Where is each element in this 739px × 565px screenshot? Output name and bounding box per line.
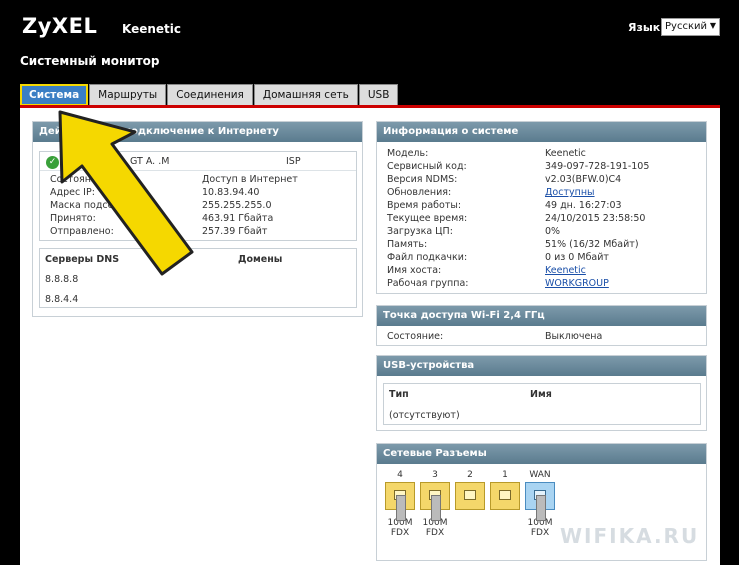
sysinfo-value: 349-097-728-191-105 — [545, 161, 650, 172]
port-4: 4 100M FDX — [385, 470, 415, 538]
usb-col-name: Имя — [530, 389, 552, 400]
wifi-status-value: Выключена — [545, 331, 603, 342]
port-wan: WAN 100M FDX — [525, 470, 555, 538]
sysinfo-label: Модель: — [387, 148, 429, 159]
connection-type: ISP — [286, 156, 301, 167]
port-duplex: FDX — [425, 528, 445, 538]
ethernet-port-icon — [420, 482, 450, 521]
sysinfo-label: Загрузка ЦП: — [387, 226, 453, 237]
sysinfo-value: 51% (16/32 Мбайт) — [545, 239, 639, 250]
zyxel-logo: ZyXEL — [22, 14, 98, 38]
usb-table: Тип Имя (отсутствуют) — [383, 383, 701, 425]
connection-name: GT A. .M — [130, 156, 170, 167]
internet-value: 255.255.255.0 — [202, 200, 272, 211]
sysinfo-label: Имя хоста: — [387, 265, 442, 276]
port-name: 4 — [397, 470, 403, 480]
tab-system[interactable]: Система — [20, 84, 89, 106]
sysinfo-label: Время работы: — [387, 200, 462, 211]
check-icon: ✓ — [46, 156, 59, 169]
internet-panel: Действующее подключение к Интернету ✓ GT… — [32, 121, 363, 317]
usb-panel-title: USB-устройства — [377, 356, 706, 376]
ethernet-port-icon — [490, 482, 520, 510]
tab-connections[interactable]: Соединения — [167, 84, 253, 106]
model-name: Keenetic — [122, 22, 182, 36]
internet-label: Отправлено: — [50, 226, 114, 237]
internet-label: Адрес IP: — [50, 187, 95, 198]
page-title: Системный монитор — [20, 54, 160, 68]
language-value: Русский — [665, 21, 707, 32]
port-name: 3 — [432, 470, 438, 480]
system-info-title: Информация о системе — [377, 122, 706, 142]
sysinfo-value: 24/10/2015 23:58:50 — [545, 213, 646, 224]
port-1: 1 — [490, 470, 520, 526]
system-info-panel: Информация о системе Модель: Keenetic Се… — [376, 121, 707, 294]
sysinfo-value: Keenetic — [545, 148, 586, 159]
dns-box: Серверы DNS Домены 8.8.8.8 8.8.4.4 — [39, 248, 357, 308]
internet-value: Доступ в Интернет — [202, 174, 298, 185]
dns-server: 8.8.8.8 — [45, 274, 79, 285]
port-duplex: FDX — [530, 528, 550, 538]
tab-bar: Система Маршруты Соединения Домашняя сет… — [20, 84, 399, 106]
port-3: 3 100M FDX — [420, 470, 450, 538]
usb-col-type: Тип — [389, 389, 409, 400]
content-area: Действующее подключение к Интернету ✓ GT… — [20, 108, 720, 565]
wifi-status-label: Состояние: — [387, 331, 444, 342]
port-name: 1 — [502, 470, 508, 480]
watermark: WIFIKA.RU — [560, 524, 700, 548]
connection-box: ✓ GT A. .M ISP Состояние: Доступ в Интер… — [39, 151, 357, 241]
ports-panel-title: Сетевые Разъемы — [377, 444, 706, 464]
hostname-link[interactable]: Keenetic — [545, 265, 586, 276]
port-name: 2 — [467, 470, 473, 480]
internet-panel-title: Действующее подключение к Интернету — [33, 122, 362, 142]
internet-value: 257.39 Гбайт — [202, 226, 268, 237]
usb-panel: USB-устройства Тип Имя (отсутствуют) — [376, 355, 707, 431]
wan-port-icon — [525, 482, 555, 521]
tab-routes[interactable]: Маршруты — [89, 84, 167, 106]
sysinfo-label: Файл подкачки: — [387, 252, 468, 263]
sysinfo-label: Текущее время: — [387, 213, 468, 224]
wifi-panel-title: Точка доступа Wi-Fi 2,4 ГГц — [377, 306, 706, 326]
language-select[interactable]: Русский ▼ — [661, 18, 720, 36]
sysinfo-label: Память: — [387, 239, 428, 250]
domains-header: Домены — [238, 254, 283, 265]
sysinfo-value: v2.03(BFW.0)C4 — [545, 174, 622, 185]
chevron-down-icon: ▼ — [709, 21, 716, 30]
internet-label: Принято: — [50, 213, 96, 224]
ethernet-port-icon — [385, 482, 415, 521]
internet-value: 463.91 Гбайта — [202, 213, 274, 224]
sysinfo-value: 0% — [545, 226, 561, 237]
tab-home-network[interactable]: Домашняя сеть — [253, 84, 358, 106]
sysinfo-label: Обновления: — [387, 187, 452, 198]
dns-server: 8.8.4.4 — [45, 294, 79, 305]
updates-link[interactable]: Доступны — [545, 187, 595, 198]
workgroup-link[interactable]: WORKGROUP — [545, 278, 609, 289]
port-name: WAN — [529, 470, 551, 480]
language-label: Язык: — [628, 21, 665, 34]
sysinfo-value: 49 дн. 16:27:03 — [545, 200, 622, 211]
port-2: 2 — [455, 470, 485, 526]
wifi-panel: Точка доступа Wi-Fi 2,4 ГГц Состояние: В… — [376, 305, 707, 346]
usb-empty: (отсутствуют) — [389, 410, 460, 421]
port-duplex: FDX — [390, 528, 410, 538]
tab-usb[interactable]: USB — [358, 84, 399, 106]
internet-label: Маска подсети: — [50, 200, 129, 211]
sysinfo-label: Версия NDMS: — [387, 174, 458, 185]
sysinfo-value: 0 из 0 Мбайт — [545, 252, 609, 263]
internet-label: Состояние: — [50, 174, 107, 185]
internet-value: 10.83.94.40 — [202, 187, 260, 198]
sysinfo-label: Сервисный код: — [387, 161, 467, 172]
sysinfo-label: Рабочая группа: — [387, 278, 469, 289]
ethernet-port-icon — [455, 482, 485, 510]
dns-header: Серверы DNS — [45, 254, 120, 265]
